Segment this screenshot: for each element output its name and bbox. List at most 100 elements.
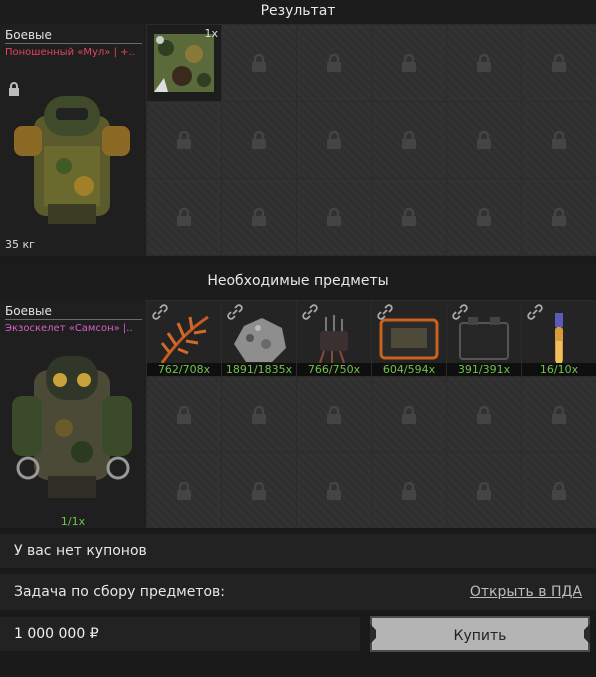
lock-icon <box>477 481 491 500</box>
locked-slot <box>447 102 521 178</box>
locked-slot <box>372 179 446 255</box>
required-slot[interactable]: 391/391x <box>447 301 521 376</box>
ore-chunk-icon <box>234 317 286 362</box>
required-category: Боевые <box>5 304 142 320</box>
locked-slot <box>147 179 221 255</box>
required-block: Боевые Экзоскелет «Самсон» |.. 1/1x 762/… <box>0 300 596 528</box>
price-display: 1 000 000 ₽ <box>0 617 360 651</box>
purchase-row: 1 000 000 ₽ Купить <box>0 616 596 652</box>
locked-slot <box>222 179 296 255</box>
required-slot[interactable]: 604/594x <box>372 301 446 376</box>
required-qty: 16/10x <box>522 363 596 376</box>
required-slot[interactable]: 762/708x <box>147 301 221 376</box>
lock-icon <box>327 481 341 500</box>
exoskeleton-icon <box>12 356 132 498</box>
link-icon <box>302 304 318 320</box>
required-item-name: Экзоскелет «Самсон» |.. <box>5 323 133 334</box>
locked-slot <box>222 453 296 528</box>
battery-block-icon <box>459 316 509 360</box>
required-item-panel[interactable]: Боевые Экзоскелет «Самсон» |.. 1/1x <box>0 300 146 528</box>
lock-icon <box>402 405 416 424</box>
locked-slot <box>222 102 296 178</box>
locked-slot <box>297 102 371 178</box>
required-qty: 1891/1835x <box>222 363 296 376</box>
locked-slot <box>522 179 596 255</box>
locked-slot <box>147 102 221 178</box>
wire-device-icon <box>319 314 348 365</box>
result-title: Результат <box>0 0 596 24</box>
lock-icon <box>477 131 491 149</box>
lock-icon <box>552 405 566 424</box>
required-grid: 762/708x 1891/1835x 766/750x 604/594x 39… <box>146 300 596 528</box>
link-icon <box>452 304 468 320</box>
buy-button[interactable]: Купить <box>370 616 590 652</box>
lock-icon <box>177 208 191 226</box>
result-item-name: Поношенный «Мул» | +.. <box>5 47 135 58</box>
locked-slot <box>147 377 221 452</box>
locked-slot <box>147 453 221 528</box>
required-qty: 762/708x <box>147 363 221 376</box>
pda-device-icon <box>379 318 439 359</box>
lock-icon <box>477 208 491 226</box>
locked-slot <box>447 453 521 528</box>
required-slot[interactable]: 1891/1835x <box>222 301 296 376</box>
lock-icon <box>177 131 191 149</box>
lock-icon <box>327 54 341 72</box>
link-icon <box>377 304 393 320</box>
coupons-bar: У вас нет купонов <box>0 534 596 568</box>
lock-icon <box>252 405 266 424</box>
lock-icon <box>252 54 266 72</box>
required-qty: 766/750x <box>297 363 371 376</box>
lock-icon <box>327 405 341 424</box>
lock-icon <box>327 208 341 226</box>
lock-icon <box>252 131 266 149</box>
lock-icon <box>552 481 566 500</box>
link-icon <box>527 304 543 320</box>
locked-slot <box>522 377 596 452</box>
fern-leaf-icon <box>160 315 209 364</box>
locked-slot <box>372 102 446 178</box>
required-slot[interactable]: 16/10x <box>522 301 596 376</box>
locked-slot <box>222 25 296 101</box>
armor-suit-icon <box>14 96 130 224</box>
required-qty: 604/594x <box>372 363 446 376</box>
result-item-panel[interactable]: Боевые Поношенный «Мул» | +.. 35 кг <box>0 24 146 256</box>
link-icon <box>227 304 243 320</box>
locked-slot <box>447 377 521 452</box>
result-slot[interactable]: 1x <box>147 25 221 101</box>
lock-icon <box>402 54 416 72</box>
result-grid: 1x <box>146 24 596 256</box>
locked-slot <box>447 179 521 255</box>
result-block: Боевые Поношенный «Мул» | +.. 35 кг 1x <box>0 24 596 256</box>
required-slot[interactable]: 766/750x <box>297 301 371 376</box>
locked-slot <box>297 25 371 101</box>
open-in-pda-link[interactable]: Открыть в ПДА <box>470 584 582 600</box>
lock-icon <box>177 481 191 500</box>
locked-slot <box>372 453 446 528</box>
lock-icon <box>552 54 566 72</box>
vial-icon <box>555 312 563 363</box>
locked-slot <box>522 102 596 178</box>
result-category: Боевые <box>5 28 142 44</box>
link-icon <box>152 304 168 320</box>
locked-slot <box>297 453 371 528</box>
coupons-text: У вас нет купонов <box>14 543 147 559</box>
lock-icon <box>402 131 416 149</box>
required-item-count: 1/1x <box>60 515 86 528</box>
locked-slot <box>522 25 596 101</box>
lock-icon <box>552 208 566 226</box>
locked-slot <box>372 377 446 452</box>
locked-slot <box>522 453 596 528</box>
lock-icon <box>477 54 491 72</box>
result-slot-count: 1x <box>204 27 218 40</box>
lock-icon <box>327 131 341 149</box>
locked-slot <box>447 25 521 101</box>
lock-icon <box>477 405 491 424</box>
lock-icon <box>402 481 416 500</box>
lock-icon <box>402 208 416 226</box>
locked-slot <box>372 25 446 101</box>
required-qty: 391/391x <box>447 363 521 376</box>
locked-slot <box>222 377 296 452</box>
required-title: Необходимые предметы <box>0 264 596 300</box>
lock-icon <box>252 208 266 226</box>
